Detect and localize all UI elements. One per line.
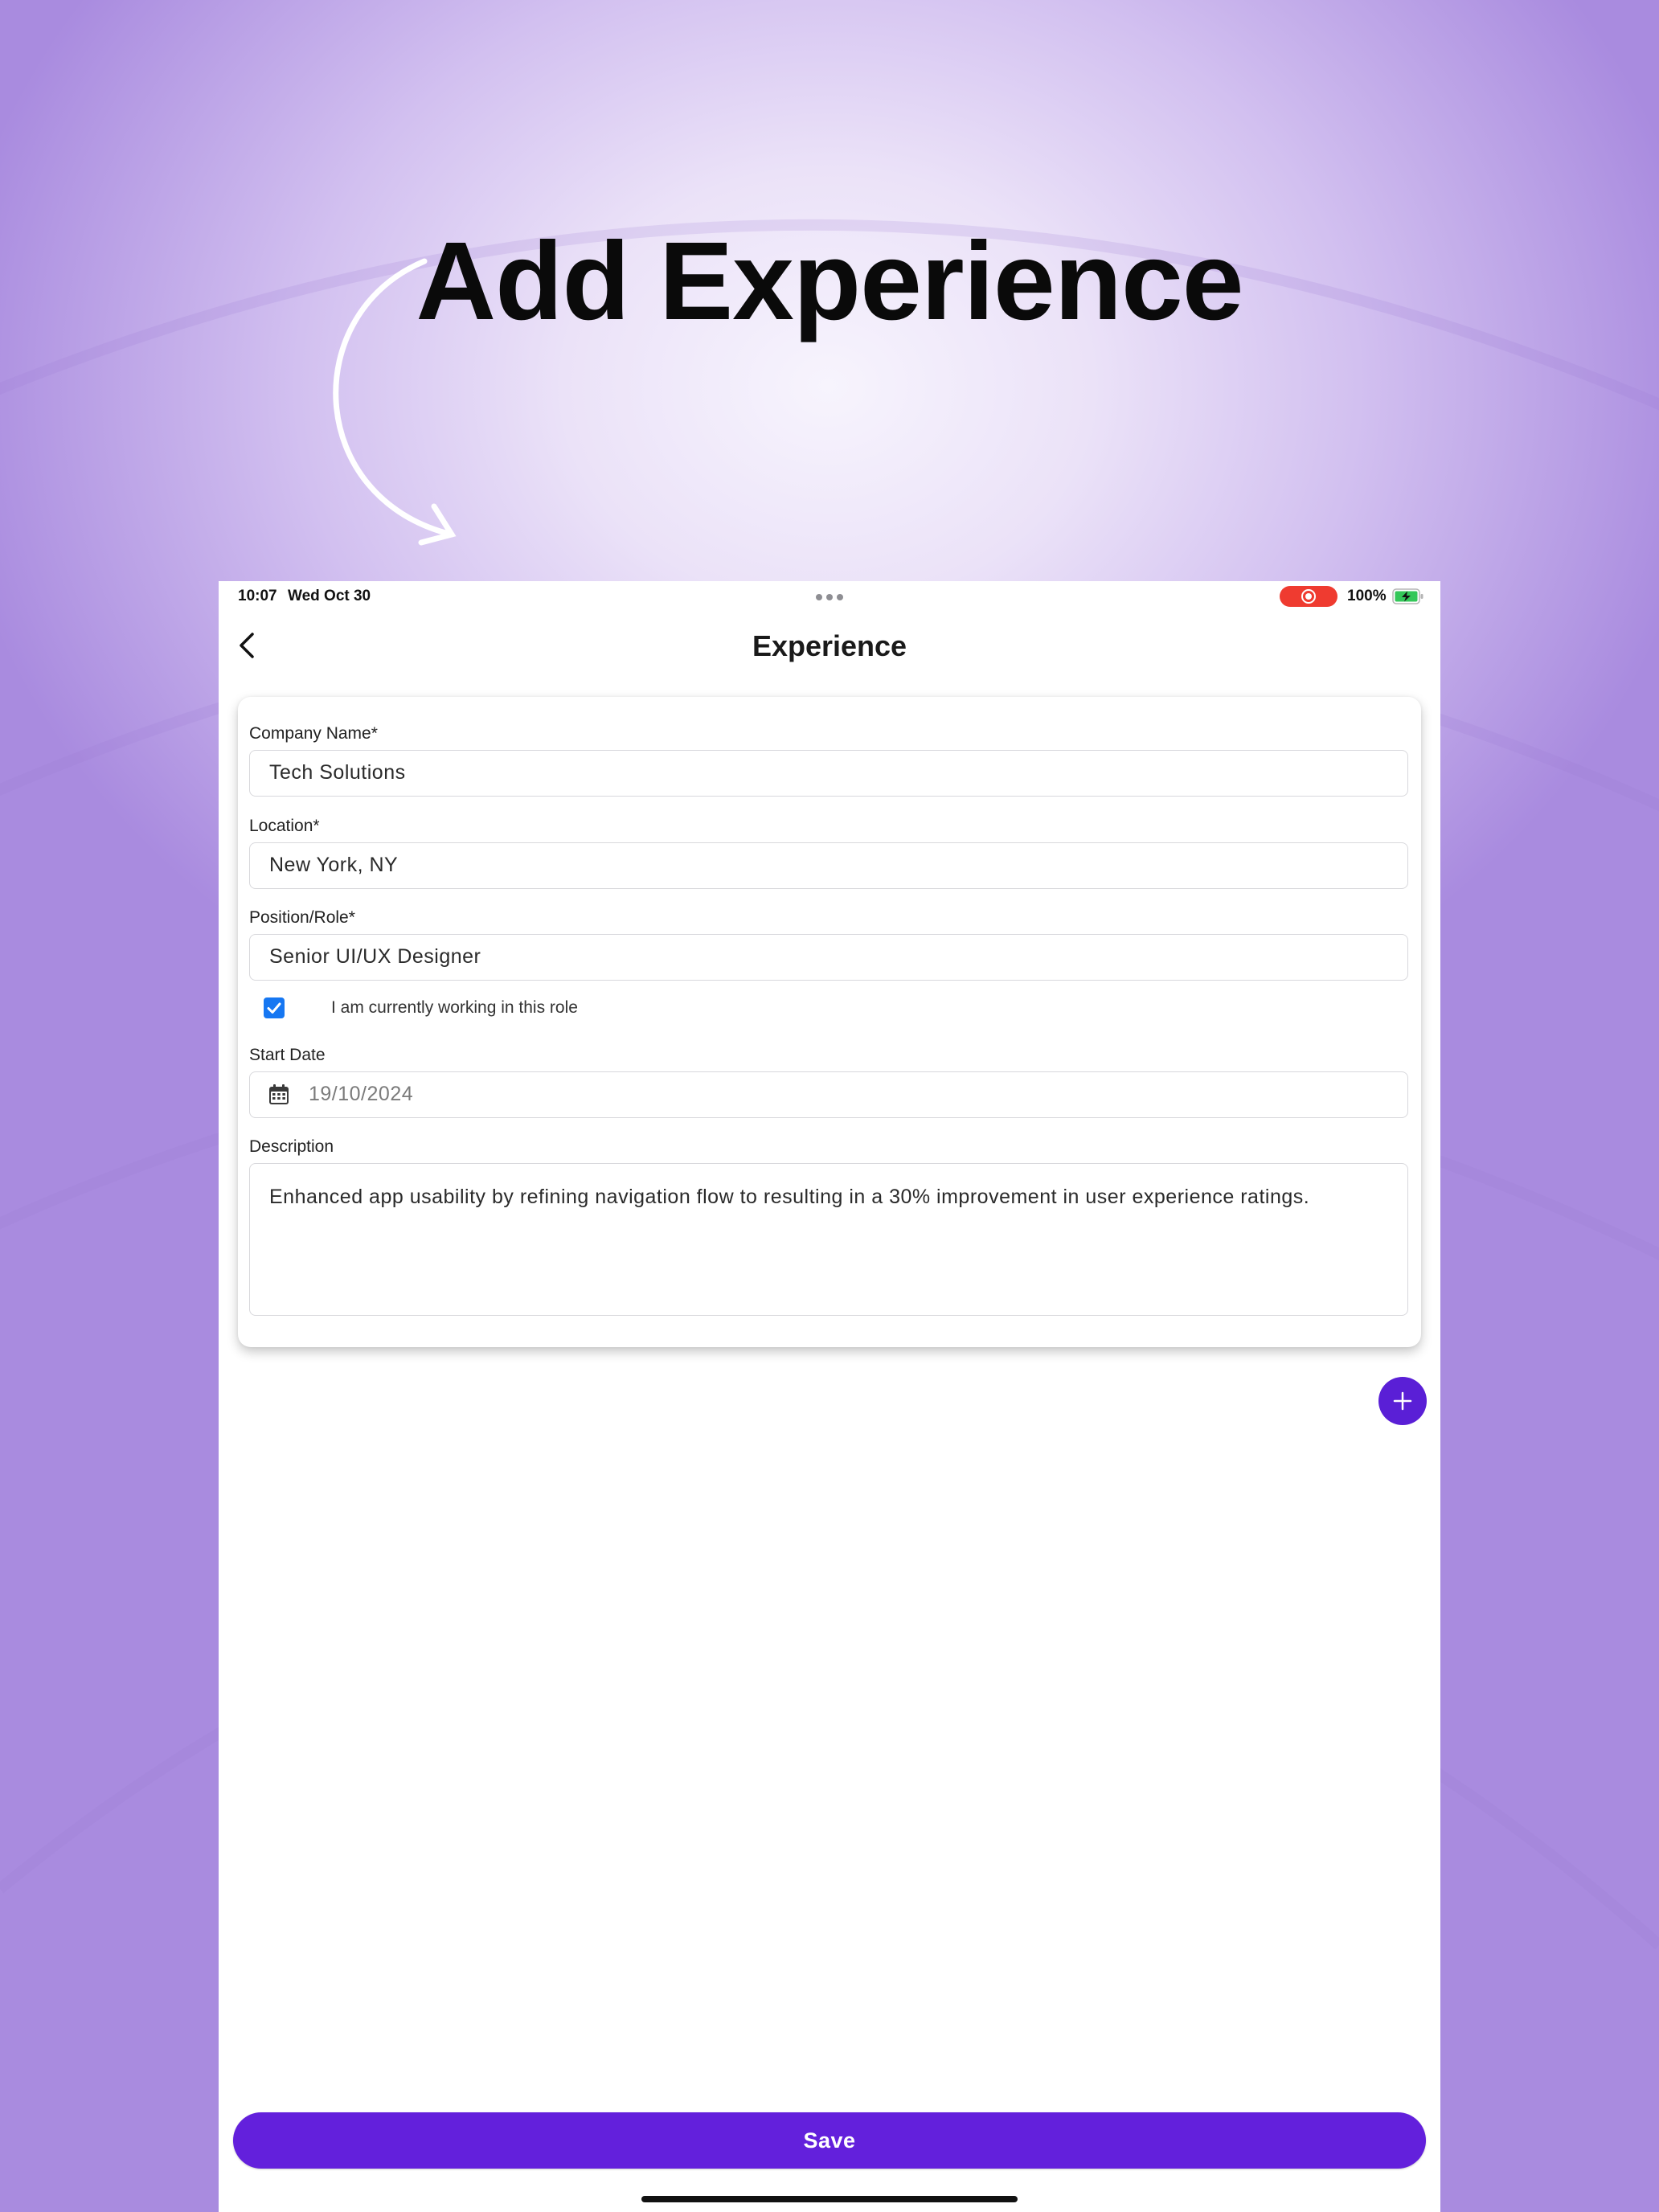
device-screen: 10:07 Wed Oct 30 100% Experience Company… xyxy=(219,581,1440,2212)
screen-record-indicator[interactable] xyxy=(1280,586,1337,607)
status-bar: 10:07 Wed Oct 30 100% xyxy=(219,581,1440,610)
battery-percent: 100% xyxy=(1347,588,1387,604)
status-time: 10:07 xyxy=(238,588,277,604)
checkmark-icon xyxy=(267,1002,281,1014)
headline: Add Experience xyxy=(416,219,1243,343)
home-indicator[interactable] xyxy=(641,2196,1018,2202)
start-date-label: Start Date xyxy=(249,1046,326,1064)
record-icon xyxy=(1301,589,1316,604)
battery-charging-icon xyxy=(1392,588,1423,604)
multitasking-dots-icon[interactable] xyxy=(816,594,843,600)
start-date-field[interactable]: 19/10/2024 xyxy=(249,1071,1408,1118)
position-role-label: Position/Role* xyxy=(249,908,355,927)
location-field[interactable]: New York, NY xyxy=(249,842,1408,889)
status-date: Wed Oct 30 xyxy=(288,588,371,604)
calendar-icon xyxy=(269,1084,289,1104)
save-button[interactable]: Save xyxy=(233,2112,1426,2169)
add-experience-button[interactable] xyxy=(1378,1377,1427,1425)
page-title: Experience xyxy=(752,629,907,662)
nav-bar: Experience xyxy=(219,613,1440,678)
position-role-field[interactable]: Senior UI/UX Designer xyxy=(249,934,1408,981)
description-field[interactable]: Enhanced app usability by refining navig… xyxy=(249,1163,1408,1316)
company-name-label: Company Name* xyxy=(249,724,378,743)
location-label: Location* xyxy=(249,817,320,835)
experience-form-card: Company Name* Tech Solutions Location* N… xyxy=(238,697,1421,1347)
company-name-field[interactable]: Tech Solutions xyxy=(249,750,1408,797)
plus-icon xyxy=(1393,1391,1412,1411)
start-date-value: 19/10/2024 xyxy=(309,1083,414,1105)
description-label: Description xyxy=(249,1137,334,1156)
current-role-label: I am currently working in this role xyxy=(331,998,578,1017)
current-role-checkbox[interactable] xyxy=(264,997,285,1018)
